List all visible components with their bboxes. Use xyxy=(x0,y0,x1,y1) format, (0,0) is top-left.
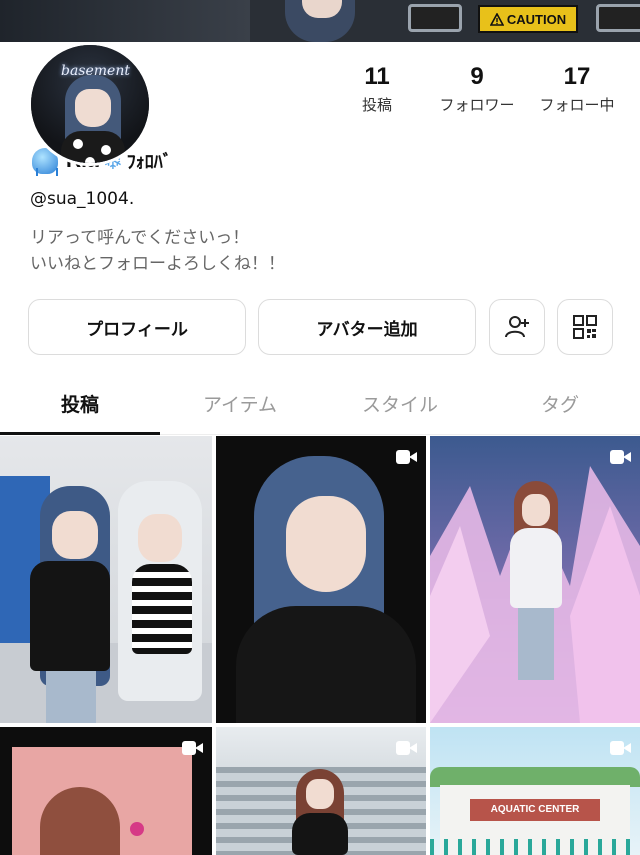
add-friend-button[interactable] xyxy=(489,299,545,355)
video-icon-body xyxy=(396,741,410,755)
add-avatar-button[interactable]: アバター追加 xyxy=(258,299,476,355)
stat-label: 投稿 xyxy=(361,96,392,114)
figure-coat xyxy=(292,813,348,855)
cover-banner: CAUTION xyxy=(0,0,640,42)
tile-railing xyxy=(430,839,640,855)
avatar-body xyxy=(61,131,125,163)
video-icon-body xyxy=(610,450,624,464)
qr-code-button[interactable] xyxy=(557,299,613,355)
video-icon-lens xyxy=(623,743,631,753)
caution-sign: CAUTION xyxy=(478,5,578,33)
video-icon xyxy=(610,450,631,464)
post-tile[interactable] xyxy=(430,436,640,723)
video-icon-body xyxy=(610,741,624,755)
stat-label: フォロー中 xyxy=(539,96,615,114)
bio: リアって呼んでくださいっ！ いいねとフォローよろしくね！！ xyxy=(30,225,285,277)
figure-jeans xyxy=(46,671,96,723)
qr-code-icon xyxy=(573,315,597,339)
user-handle: @sua_1004. xyxy=(30,189,135,209)
figure-coat xyxy=(236,606,416,723)
video-icon-body xyxy=(182,741,196,755)
video-icon-lens xyxy=(409,743,417,753)
video-icon xyxy=(396,450,417,464)
tile-trees xyxy=(430,767,640,787)
stat-label: フォロワー xyxy=(439,96,515,114)
post-tile[interactable] xyxy=(216,436,426,723)
stat-value: 9 xyxy=(470,63,484,90)
video-icon xyxy=(182,741,203,755)
add-person-icon xyxy=(505,316,529,338)
stat-value: 11 xyxy=(364,63,390,90)
lollipop xyxy=(130,822,144,836)
stat-value: 17 xyxy=(563,63,591,90)
figure-face xyxy=(52,511,98,559)
post-tile[interactable] xyxy=(0,727,212,855)
avatar[interactable]: basement xyxy=(28,42,152,166)
figure-top xyxy=(132,564,192,654)
video-icon-lens xyxy=(623,452,631,462)
video-icon xyxy=(396,741,417,755)
warning-triangle-icon xyxy=(489,12,504,26)
bio-line: リアって呼んでくださいっ！ xyxy=(30,228,250,248)
stat-posts[interactable]: 11 投稿 xyxy=(327,62,427,115)
figure-coat xyxy=(30,561,110,671)
cover-bg xyxy=(0,0,250,42)
pool-sign: AQUATIC CENTER xyxy=(470,799,600,821)
figure-hoodie xyxy=(510,528,562,608)
bio-line: いいねとフォローよろしくね！！ xyxy=(30,254,285,274)
figure-face xyxy=(138,514,182,562)
figure-face xyxy=(286,496,366,592)
post-tile[interactable] xyxy=(216,727,426,855)
cover-box xyxy=(596,4,640,32)
tab-tags[interactable]: タグ xyxy=(480,379,640,435)
tab-posts[interactable]: 投稿 xyxy=(0,379,160,435)
stat-followers[interactable]: 9 フォロワー xyxy=(427,62,527,115)
post-tile[interactable] xyxy=(0,436,212,723)
figure-jeans xyxy=(518,608,554,680)
video-icon-lens xyxy=(409,452,417,462)
figure-face xyxy=(522,494,550,526)
tab-styles[interactable]: スタイル xyxy=(320,379,480,435)
caution-text: CAUTION xyxy=(506,11,567,27)
video-icon-lens xyxy=(195,743,203,753)
cover-box xyxy=(408,4,462,32)
video-icon-body xyxy=(396,450,410,464)
profile-stats: 11 投稿 9 フォロワー 17 フォロー中 xyxy=(340,62,640,122)
content-tabs: 投稿 アイテム スタイル タグ xyxy=(0,379,640,435)
tab-items[interactable]: アイテム xyxy=(160,379,320,435)
figure-face xyxy=(306,779,334,809)
post-tile[interactable]: AQUATIC CENTER xyxy=(430,727,640,855)
video-icon xyxy=(610,741,631,755)
avatar-face xyxy=(75,89,111,127)
profile-button[interactable]: プロフィール xyxy=(28,299,246,355)
stat-following[interactable]: 17 フォロー中 xyxy=(527,62,627,115)
